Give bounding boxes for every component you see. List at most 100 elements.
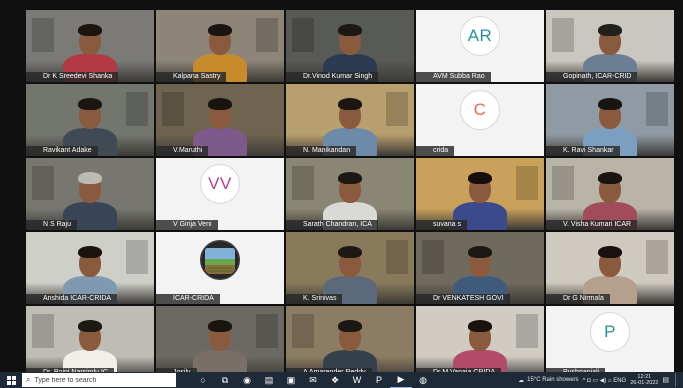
- participant-tile[interactable]: Dr.Vinod Kumar Singh: [286, 10, 414, 82]
- chrome-icon[interactable]: ◍: [412, 372, 434, 388]
- participant-hair: [338, 320, 362, 332]
- teams-icon[interactable]: ▶: [390, 372, 412, 388]
- participant-tile[interactable]: Dr K Sreedevi Shanka: [26, 10, 154, 82]
- dropbox-icon[interactable]: ❖: [324, 372, 346, 388]
- participant-tile[interactable]: V.Maruthi: [156, 84, 284, 156]
- participant-tile[interactable]: K. Srinivas: [286, 232, 414, 304]
- avatar-initials: P: [590, 312, 630, 352]
- participant-hair: [78, 98, 102, 110]
- participant-name-label: Dr G Nirmala: [546, 294, 610, 304]
- participant-name-label: V. Visha Kumari ICAR: [546, 220, 638, 230]
- participant-tile[interactable]: Sarath Chandran, ICA: [286, 158, 414, 230]
- participant-tile[interactable]: N. Manikandan: [286, 84, 414, 156]
- participant-hair: [338, 172, 362, 184]
- background-object: [646, 240, 668, 274]
- participant-tile[interactable]: Dr G Nirmala: [546, 232, 674, 304]
- participant-tile[interactable]: A Amarender Reddy: [286, 306, 414, 378]
- participant-name-label: crida: [416, 146, 455, 156]
- participant-tile[interactable]: N S Raju: [26, 158, 154, 230]
- participant-tile[interactable]: Gopinath, ICAR-CRID: [546, 10, 674, 82]
- weather-widget[interactable]: ☁ 15°C Rain showers: [518, 377, 578, 384]
- tray-icons[interactable]: ^ ◘ ▭ ◀) ⌂ ENG: [583, 377, 627, 384]
- clock[interactable]: 12:21 26-01-2022: [630, 374, 658, 386]
- background-object: [386, 92, 408, 126]
- store-icon[interactable]: ▣: [280, 372, 302, 388]
- participant-tile[interactable]: suvana s: [416, 158, 544, 230]
- participant-name-label: suvana s: [416, 220, 468, 230]
- file-explorer-icon[interactable]: ▤: [258, 372, 280, 388]
- participant-name-label: N S Raju: [26, 220, 78, 230]
- participant-tile[interactable]: V. Visha Kumari ICAR: [546, 158, 674, 230]
- participant-name-label: K. Ravi Shankar: [546, 146, 620, 156]
- participant-name-label: Ravikant Adake: [26, 146, 98, 156]
- participant-name-label: V Girija Veni: [156, 220, 218, 230]
- participant-hair: [598, 98, 622, 110]
- participant-name-label: Kalpana Sastry: [156, 72, 227, 82]
- participant-tile[interactable]: Dr M Vanaja CRIDA: [416, 306, 544, 378]
- participant-hair: [338, 246, 362, 258]
- background-object: [126, 240, 148, 274]
- participant-name-label: N. Manikandan: [286, 146, 357, 156]
- participant-name-label: Sarath Chandran, ICA: [286, 220, 378, 230]
- participant-tile[interactable]: VV V Girija Veni: [156, 158, 284, 230]
- participant-video: [190, 306, 250, 378]
- participant-tile[interactable]: ICAR-CRIDA: [156, 232, 284, 304]
- system-tray: ☁ 15°C Rain showers ^ ◘ ▭ ◀) ⌂ ENG 12:21…: [518, 373, 683, 387]
- taskbar-search-box[interactable]: ⌕: [22, 373, 176, 387]
- participant-tile[interactable]: Josily: [156, 306, 284, 378]
- participant-tile[interactable]: Ravikant Adake: [26, 84, 154, 156]
- show-desktop-button[interactable]: [675, 373, 679, 387]
- start-button[interactable]: [0, 372, 22, 388]
- background-object: [32, 18, 54, 52]
- cortana-icon[interactable]: ○: [192, 372, 214, 388]
- word-icon[interactable]: W: [346, 372, 368, 388]
- participant-tile[interactable]: Dr VENKATESH GOVI: [416, 232, 544, 304]
- taskbar-apps: ○ ⧉ ◉ ▤ ▣ ✉ ❖ W P ▶ ◍: [192, 372, 434, 388]
- powerpoint-icon[interactable]: P: [368, 372, 390, 388]
- participant-tile[interactable]: AR AVM Subba Rao: [416, 10, 544, 82]
- participant-name-label: Dr VENKATESH GOVI: [416, 294, 510, 304]
- participant-hair: [468, 246, 492, 258]
- edge-icon[interactable]: ◉: [236, 372, 258, 388]
- clock-date: 26-01-2022: [630, 380, 659, 386]
- notification-icon[interactable]: ▤: [662, 376, 669, 384]
- participant-hair: [208, 24, 232, 36]
- background-object: [386, 240, 408, 274]
- participant-tile[interactable]: K. Ravi Shankar: [546, 84, 674, 156]
- participant-hair: [468, 320, 492, 332]
- participant-hair: [598, 172, 622, 184]
- task-view-icon[interactable]: ⧉: [214, 372, 236, 388]
- participant-hair: [468, 172, 492, 184]
- avatar-initials: VV: [200, 164, 240, 204]
- participant-tile[interactable]: Anshida ICAR-CRIDA: [26, 232, 154, 304]
- background-object: [552, 18, 574, 52]
- participant-hair: [598, 246, 622, 258]
- participant-hair: [208, 320, 232, 332]
- background-object: [126, 92, 148, 126]
- mail-icon[interactable]: ✉: [302, 372, 324, 388]
- background-object: [162, 92, 184, 126]
- participant-name-label: K. Srinivas: [286, 294, 343, 304]
- participant-hair: [78, 24, 102, 36]
- taskbar: ⌕ ○⧉◉▤▣✉❖WP▶◍ ☁ 15°C Rain showers ^ ◘ ▭ …: [0, 372, 683, 388]
- participant-hair: [78, 172, 102, 184]
- participant-hair: [338, 24, 362, 36]
- taskbar-search-input[interactable]: [30, 376, 165, 384]
- participant-name-label: Dr.Vinod Kumar Singh: [286, 72, 379, 82]
- participant-hair: [208, 98, 232, 110]
- background-object: [256, 18, 278, 52]
- participant-tile[interactable]: Kalpana Sastry: [156, 10, 284, 82]
- participant-hair: [598, 24, 622, 36]
- background-object: [292, 166, 314, 200]
- background-object: [552, 166, 574, 200]
- participant-hair: [338, 98, 362, 110]
- windows-icon: [6, 375, 16, 385]
- participant-tile[interactable]: PPushpanjali+7: [546, 306, 674, 378]
- participant-tile[interactable]: Ccrida: [416, 84, 544, 156]
- background-object: [256, 314, 278, 348]
- participant-name-label: AVM Subba Rao: [416, 72, 491, 82]
- avatar-initials: AR: [460, 16, 500, 56]
- weather-text: 15°C Rain showers: [527, 377, 579, 383]
- participant-tile[interactable]: Dr. Boini Narsimlu IC: [26, 306, 154, 378]
- participant-name-label: V.Maruthi: [156, 146, 209, 156]
